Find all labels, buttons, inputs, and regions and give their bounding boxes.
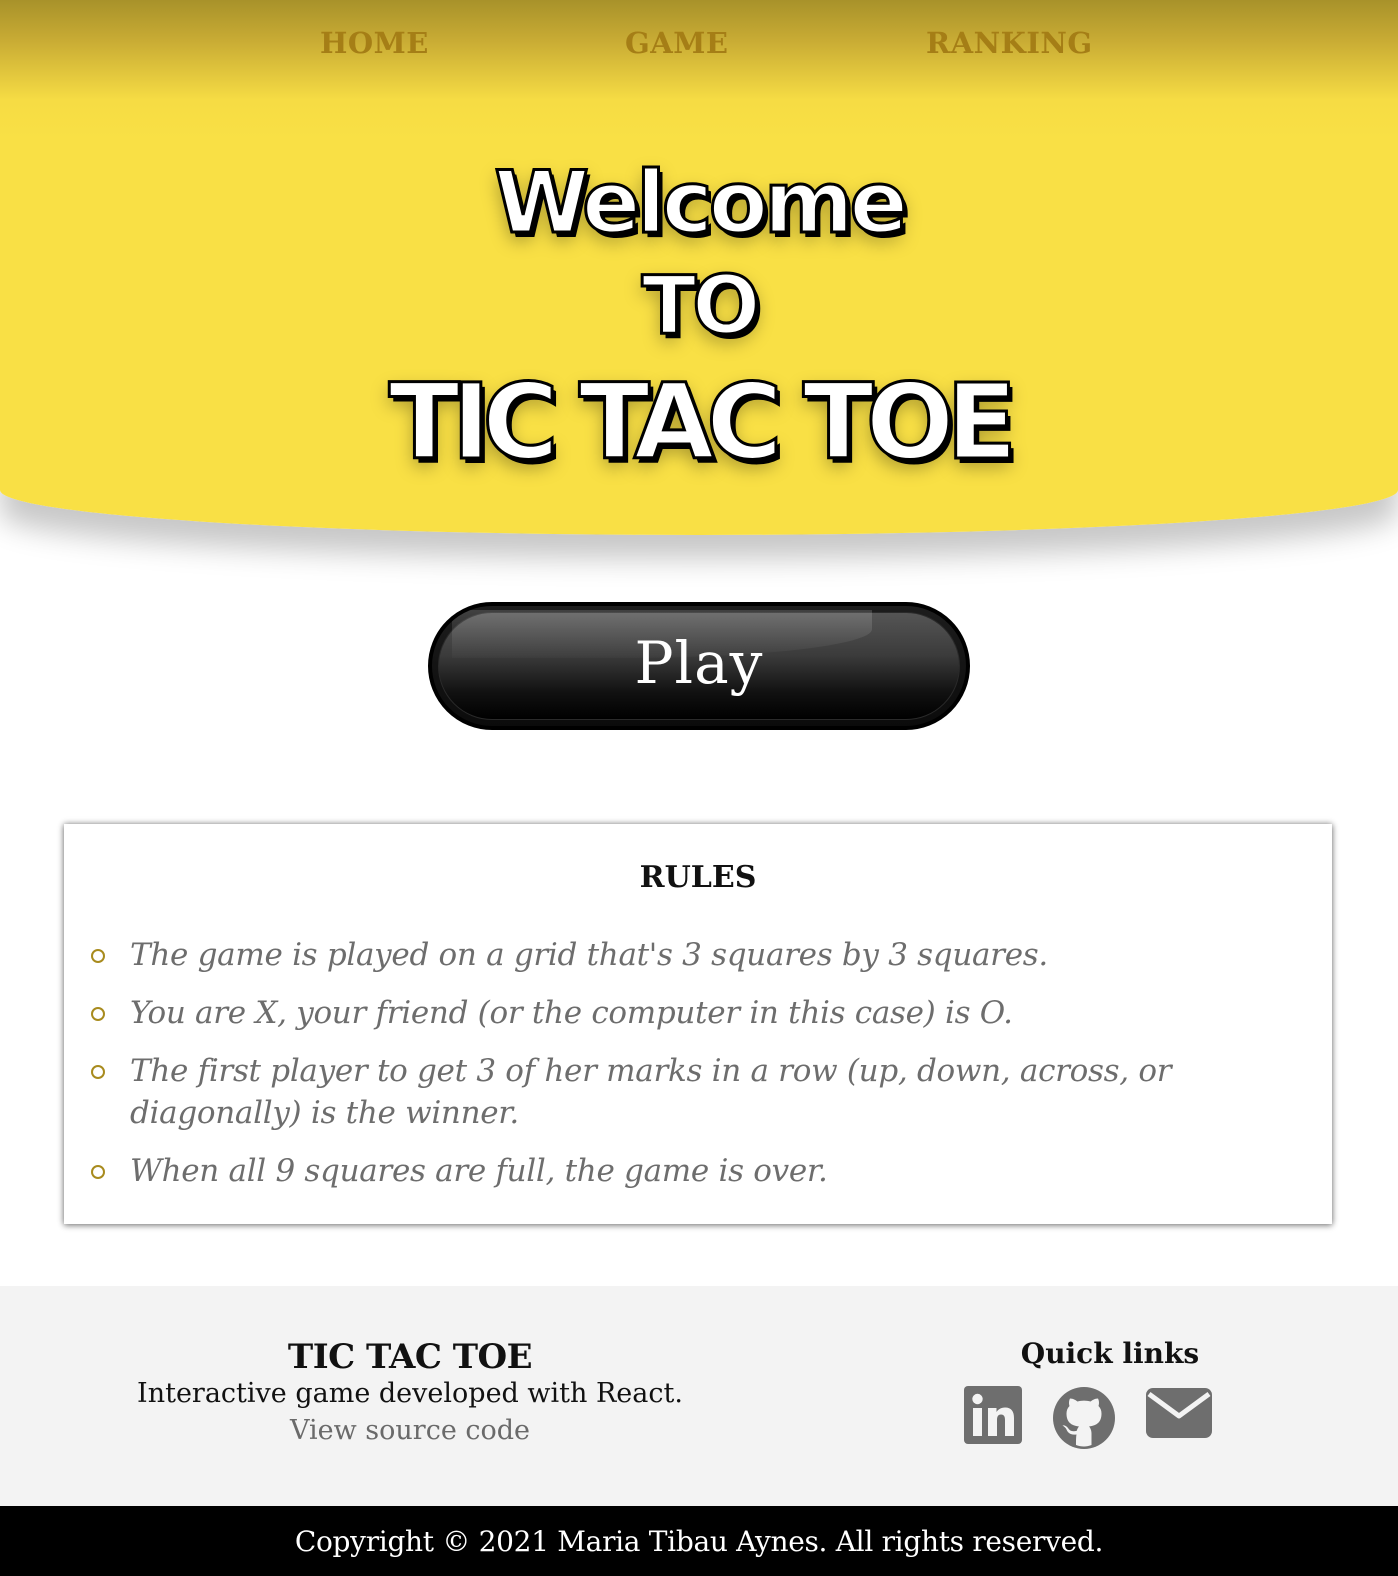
rules-list-item: The game is played on a grid that's 3 sq… (90, 934, 1310, 976)
rules-list-item: The first player to get 3 of her marks i… (90, 1050, 1310, 1134)
hero-header: HOME GAME RANKING Welcome TO TIC TAC TOE (0, 0, 1398, 535)
rules-item-text: When all 9 squares are full, the game is… (130, 1153, 828, 1189)
hero-title-to: TO (640, 259, 762, 352)
rules-list-item: You are X, your friend (or the computer … (90, 992, 1310, 1034)
github-icon[interactable] (1052, 1386, 1116, 1450)
nav-home-link[interactable]: HOME (320, 26, 429, 60)
footer-title: TIC TAC TOE (287, 1337, 533, 1377)
footer-description: Interactive game developed with React. (137, 1378, 683, 1409)
play-button-label: Play (634, 629, 764, 697)
footer: TIC TAC TOE Interactive game developed w… (0, 1286, 1398, 1506)
view-source-link[interactable]: View source code (290, 1412, 530, 1450)
mail-icon[interactable] (1146, 1386, 1212, 1440)
circle-bullet-icon (91, 1065, 105, 1079)
quick-links: Quick links (940, 1336, 1280, 1449)
rules-item-text: You are X, your friend (or the computer … (130, 995, 1013, 1031)
hero-title: Welcome TO TIC TAC TOE (0, 150, 1398, 483)
nav-ranking-link[interactable]: RANKING (926, 26, 1093, 60)
rules-list: The game is played on a grid that's 3 sq… (90, 934, 1310, 1208)
circle-bullet-icon (91, 949, 105, 963)
play-button[interactable]: Play (428, 602, 970, 730)
page: HOME GAME RANKING Welcome TO TIC TAC TOE… (0, 0, 1398, 1576)
linkedin-icon[interactable] (964, 1386, 1022, 1444)
quick-links-icons (964, 1386, 1264, 1450)
copyright-bar: Copyright © 2021 Maria Tibau Aynes. All … (0, 1506, 1398, 1576)
hero-title-welcome: Welcome (493, 153, 910, 253)
circle-bullet-icon (91, 1007, 105, 1021)
footer-about: TIC TAC TOE Interactive game developed w… (110, 1336, 710, 1450)
hero-title-game-name: TIC TAC TOE (387, 361, 1018, 483)
rules-title: RULES (639, 860, 757, 895)
rules-card: RULES The game is played on a grid that'… (64, 824, 1332, 1224)
rules-list-item: When all 9 squares are full, the game is… (90, 1150, 1310, 1192)
quick-links-title: Quick links (1020, 1337, 1200, 1370)
rules-item-text: The game is played on a grid that's 3 sq… (130, 937, 1048, 973)
nav-game-link[interactable]: GAME (625, 26, 728, 60)
circle-bullet-icon (91, 1165, 105, 1179)
rules-item-text: The first player to get 3 of her marks i… (130, 1053, 1172, 1131)
main-nav: HOME GAME RANKING (0, 26, 1398, 70)
